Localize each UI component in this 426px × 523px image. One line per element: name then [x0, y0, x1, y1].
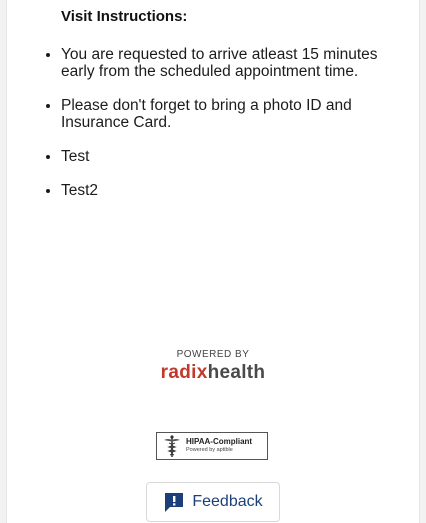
list-item: You are requested to arrive atleast 15 m…	[61, 46, 401, 80]
visit-instructions-title: Visit Instructions:	[61, 8, 188, 25]
radixhealth-logo[interactable]: radixhealth	[0, 362, 426, 384]
hipaa-subtitle: Powered by aptible	[186, 447, 233, 453]
powered-by-label: POWERED BY	[176, 349, 250, 360]
brand-part-radix: radix	[160, 362, 208, 383]
brand-part-health: health	[207, 362, 266, 383]
caduceus-icon	[164, 435, 180, 457]
hipaa-title: HIPAA-Compliant	[186, 437, 253, 446]
list-item: Test	[61, 148, 401, 165]
list-item: Please don't forget to bring a photo ID …	[61, 97, 401, 131]
feedback-label: Feedback	[192, 493, 263, 510]
visit-instructions-list: You are requested to arrive atleast 15 m…	[43, 46, 401, 216]
feedback-icon	[165, 493, 184, 512]
hipaa-text: HIPAA-Compliant Powered by aptible	[186, 437, 252, 455]
list-item: Test2	[61, 182, 401, 199]
hipaa-compliant-badge[interactable]: HIPAA-Compliant Powered by aptible	[156, 432, 268, 460]
feedback-button[interactable]: Feedback	[146, 482, 280, 522]
